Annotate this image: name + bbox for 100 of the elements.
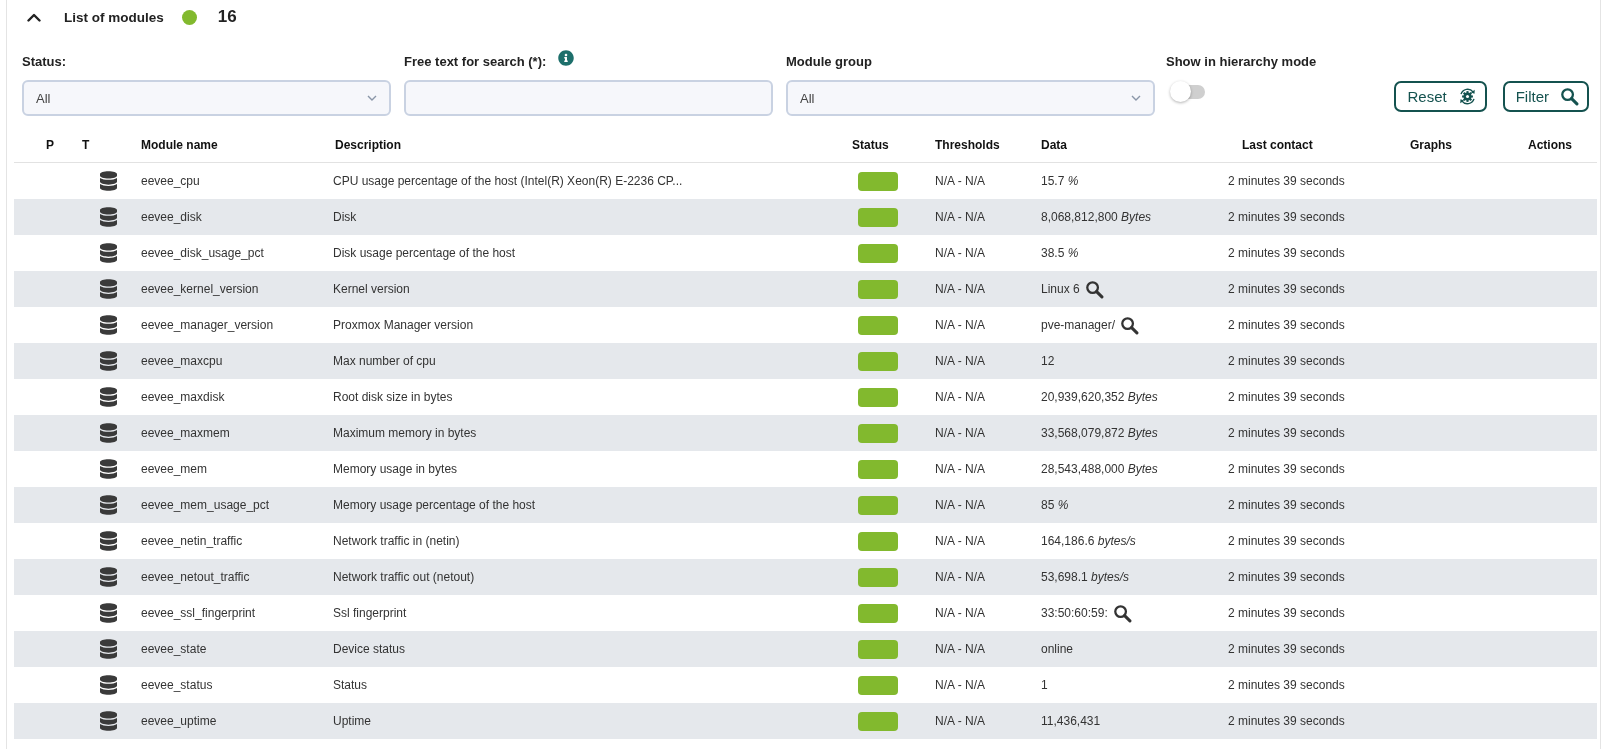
filter-label: Show in hierarchy mode — [1166, 53, 1317, 69]
threshold-range: N/A - N/A — [935, 390, 985, 404]
search-icon — [1560, 87, 1579, 106]
search-icon[interactable] — [1112, 603, 1132, 623]
column-header: Status — [852, 138, 889, 152]
module-name: eevee_disk_usage_pct — [141, 246, 264, 260]
last-contact-time: 2 minutes 39 seconds — [1228, 714, 1345, 728]
module-group-select[interactable]: All — [786, 80, 1155, 116]
data-value: 53,698.1 bytes/s — [1041, 570, 1130, 584]
last-contact-time: 2 minutes 39 seconds — [1228, 354, 1345, 368]
chevron-up-icon[interactable] — [27, 12, 41, 22]
data-value: 11,436,431 — [1041, 714, 1101, 728]
search-icon[interactable] — [1120, 315, 1140, 335]
module-name: eevee_mem — [141, 462, 208, 476]
database-icon — [100, 531, 117, 551]
threshold-range: N/A - N/A — [935, 246, 985, 260]
module-name: eevee_manager_version — [141, 318, 274, 332]
threshold-range: N/A - N/A — [935, 210, 985, 224]
threshold-range: N/A - N/A — [935, 642, 985, 656]
search-field[interactable] — [404, 80, 773, 116]
data-value: 164,186.6 bytes/s — [1041, 534, 1136, 548]
filter-label: Module group — [786, 53, 872, 69]
database-icon — [100, 207, 117, 227]
data-value: Linux 6 — [1041, 282, 1080, 296]
module-count: 16 — [217, 7, 237, 27]
module-description: Disk usage percentage of the host — [333, 246, 516, 260]
module-description: Kernel version — [333, 282, 410, 296]
data-value: 33:50:60:59: — [1041, 606, 1108, 620]
filter-button[interactable]: Filter — [1502, 81, 1589, 112]
last-contact-time: 2 minutes 39 seconds — [1228, 606, 1345, 620]
module-description: Max number of cpu — [333, 354, 436, 368]
threshold-range: N/A - N/A — [935, 354, 985, 368]
data-value: online — [1041, 642, 1074, 656]
data-value: 38.5 % — [1041, 246, 1079, 260]
database-icon — [100, 567, 117, 587]
data-value: 8,068,812,800 Bytes — [1041, 210, 1152, 224]
last-contact-time: 2 minutes 39 seconds — [1228, 390, 1345, 404]
last-contact-time: 2 minutes 39 seconds — [1228, 570, 1345, 584]
data-value: 85 % — [1041, 498, 1069, 512]
caret-icon — [1131, 95, 1141, 101]
column-header: Module name — [141, 138, 218, 152]
caret-icon — [367, 95, 377, 101]
database-icon — [100, 171, 117, 191]
threshold-range: N/A - N/A — [935, 462, 985, 476]
database-icon — [100, 387, 117, 407]
database-icon — [100, 315, 117, 335]
data-value: pve-manager/ — [1041, 318, 1116, 332]
module-name: eevee_netout_traffic — [141, 570, 250, 584]
last-contact-time: 2 minutes 39 seconds — [1228, 426, 1345, 440]
data-value: 33,568,079,872 Bytes — [1041, 426, 1158, 440]
column-header: P — [46, 138, 54, 152]
module-description: Root disk size in bytes — [333, 390, 453, 404]
column-header: Description — [335, 138, 401, 152]
filter-label: Status: — [22, 53, 67, 69]
module-description: Ssl fingerprint — [333, 606, 407, 620]
module-description: Maximum memory in bytes — [333, 426, 477, 440]
module-name: eevee_ssl_fingerprint — [141, 606, 256, 620]
module-name: eevee_disk — [141, 210, 202, 224]
column-header: Data — [1041, 138, 1067, 152]
database-icon — [100, 423, 117, 443]
database-icon — [100, 243, 117, 263]
module-name: eevee_mem_usage_pct — [141, 498, 270, 512]
last-contact-time: 2 minutes 39 seconds — [1228, 678, 1345, 692]
threshold-range: N/A - N/A — [935, 318, 985, 332]
search-icon[interactable] — [1084, 279, 1104, 299]
data-value: 28,543,488,000 Bytes — [1041, 462, 1158, 476]
data-value: 1 — [1041, 678, 1048, 692]
database-icon — [100, 675, 117, 695]
module-name: eevee_cpu — [141, 174, 200, 188]
threshold-range: N/A - N/A — [935, 174, 985, 188]
threshold-range: N/A - N/A — [935, 606, 985, 620]
module-name: eevee_kernel_version — [141, 282, 259, 296]
last-contact-time: 2 minutes 39 seconds — [1228, 246, 1345, 260]
module-description: Device status — [333, 642, 406, 656]
threshold-range: N/A - N/A — [935, 570, 985, 584]
reset-button[interactable]: Reset — [1394, 81, 1487, 112]
threshold-range: N/A - N/A — [935, 534, 985, 548]
hierarchy-toggle[interactable] — [1170, 81, 1206, 102]
data-value: 20,939,620,352 Bytes — [1041, 390, 1158, 404]
module-description: Memory usage in bytes — [333, 462, 458, 476]
last-contact-time: 2 minutes 39 seconds — [1228, 498, 1345, 512]
module-name: eevee_maxdisk — [141, 390, 225, 404]
last-contact-time: 2 minutes 39 seconds — [1228, 534, 1345, 548]
last-contact-time: 2 minutes 39 seconds — [1228, 210, 1345, 224]
module-description: Network traffic out (netout) — [333, 570, 475, 584]
database-icon — [100, 603, 117, 623]
column-header: Last contact — [1242, 138, 1313, 152]
threshold-range: N/A - N/A — [935, 498, 985, 512]
status-select[interactable]: All — [22, 80, 391, 116]
module-description: Status — [333, 678, 368, 692]
last-contact-time: 2 minutes 39 seconds — [1228, 174, 1345, 188]
module-description: Disk — [333, 210, 357, 224]
data-value: 15.7 % — [1041, 174, 1079, 188]
module-name: eevee_maxcpu — [141, 354, 223, 368]
panel-title: List of modules — [64, 9, 164, 25]
module-description: Memory usage percentage of the host — [333, 498, 536, 512]
module-description: Proxmox Manager version — [333, 318, 474, 332]
info-icon[interactable] — [558, 50, 575, 66]
last-contact-time: 2 minutes 39 seconds — [1228, 282, 1345, 296]
column-header: Actions — [1528, 138, 1572, 152]
